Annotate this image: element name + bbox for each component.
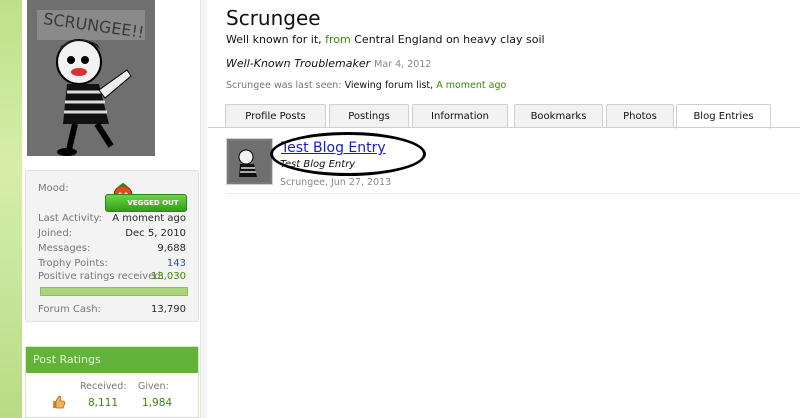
tab-divider xyxy=(208,127,800,128)
user-title: Well-Known Troublemaker Mar 4, 2012 xyxy=(226,57,431,70)
tab-postings[interactable]: Postings xyxy=(329,104,409,128)
sidebar-divider xyxy=(200,0,207,418)
entry-date: Jun 27, 2013 xyxy=(330,177,392,188)
given-label: Given: xyxy=(138,381,169,392)
stat-value: A moment ago xyxy=(112,213,186,224)
page: SCRUNGEE!! Mood: VEGGED OUT Last Activit… xyxy=(0,0,800,418)
tab-bookmarks[interactable]: Bookmarks xyxy=(514,104,603,128)
mood-label: Mood: xyxy=(38,183,69,194)
stat-label: Messages: xyxy=(38,243,91,254)
stat-row: Messages: 9,688 xyxy=(34,243,190,257)
stat-label: Joined: xyxy=(38,228,73,239)
tab-photos[interactable]: Photos xyxy=(606,104,674,128)
post-ratings-body: Received: Given: 8,111 1,984 xyxy=(26,373,198,418)
blurb-from: from xyxy=(325,33,351,46)
thumbs-up-icon xyxy=(53,395,66,409)
page-title: Scrungee xyxy=(226,6,321,30)
stat-row: Last Activity: A moment ago xyxy=(34,213,190,227)
positive-ratings-bar xyxy=(40,287,188,296)
stat-value: Dec 5, 2010 xyxy=(125,228,186,239)
blog-entry-meta: Scrungee, Jun 27, 2013 xyxy=(280,177,392,188)
avatar-cartoon-icon: SCRUNGEE!! xyxy=(27,0,155,156)
avatar[interactable]: SCRUNGEE!! xyxy=(27,0,155,156)
user-title-text: Well-Known Troublemaker xyxy=(226,57,371,70)
last-seen: Scrungee was last seen: Viewing forum li… xyxy=(226,80,506,91)
last-seen-label: Scrungee was last seen: xyxy=(226,80,342,91)
stat-label: Positive ratings received: xyxy=(38,271,165,282)
stat-row: Joined: Dec 5, 2010 xyxy=(34,228,190,242)
mood-badge[interactable]: VEGGED OUT xyxy=(105,194,187,212)
tab-blog-entries[interactable]: Blog Entries xyxy=(676,104,771,129)
tab-information[interactable]: Information xyxy=(412,104,508,128)
last-seen-time: A moment ago xyxy=(436,80,507,91)
trophy-points-link[interactable]: 143 xyxy=(167,258,186,269)
stat-label: Trophy Points: xyxy=(38,258,108,269)
avatar-thumbnail-icon xyxy=(229,141,270,182)
highlight-ellipse xyxy=(270,132,426,176)
last-seen-activity[interactable]: Viewing forum list, xyxy=(345,80,434,91)
background-strip xyxy=(0,0,22,418)
post-ratings-panel: Post Ratings Received: Given: 8,111 1,98… xyxy=(25,346,199,418)
stat-value: 9,688 xyxy=(157,243,186,254)
profile-main: Scrungee Well known for it, from Central… xyxy=(208,0,800,418)
entry-author[interactable]: Scrungee xyxy=(280,177,325,188)
profile-sidebar: SCRUNGEE!! Mood: VEGGED OUT Last Activit… xyxy=(22,0,200,418)
ratings-given-value: 1,984 xyxy=(142,397,173,409)
blurb-prefix: Well known for it, xyxy=(226,33,326,46)
received-label: Received: xyxy=(80,381,127,392)
user-info-panel: Mood: VEGGED OUT Last Activity: A moment… xyxy=(25,170,199,322)
cash-label: Forum Cash: xyxy=(38,304,101,315)
stat-row: Positive ratings received: 13,030 xyxy=(34,271,190,285)
tab-profile-posts[interactable]: Profile Posts xyxy=(225,104,326,128)
user-blurb: Well known for it, from Central England … xyxy=(226,33,545,46)
stat-label: Last Activity: xyxy=(38,213,103,224)
blog-entry: Test Blog Entry Test Blog Entry Scrungee… xyxy=(226,132,800,194)
stat-row: Trophy Points: 143 xyxy=(34,258,190,272)
ratings-received-value: 8,111 xyxy=(88,397,119,409)
post-ratings-title: Post Ratings xyxy=(26,347,198,373)
join-date: Mar 4, 2012 xyxy=(374,59,432,70)
stat-value: 13,030 xyxy=(151,271,186,282)
blurb-location: Central England on heavy clay soil xyxy=(350,33,545,46)
entry-avatar[interactable] xyxy=(226,138,273,185)
cash-value: 13,790 xyxy=(151,304,186,315)
cash-row: Forum Cash: 13,790 xyxy=(34,304,190,318)
